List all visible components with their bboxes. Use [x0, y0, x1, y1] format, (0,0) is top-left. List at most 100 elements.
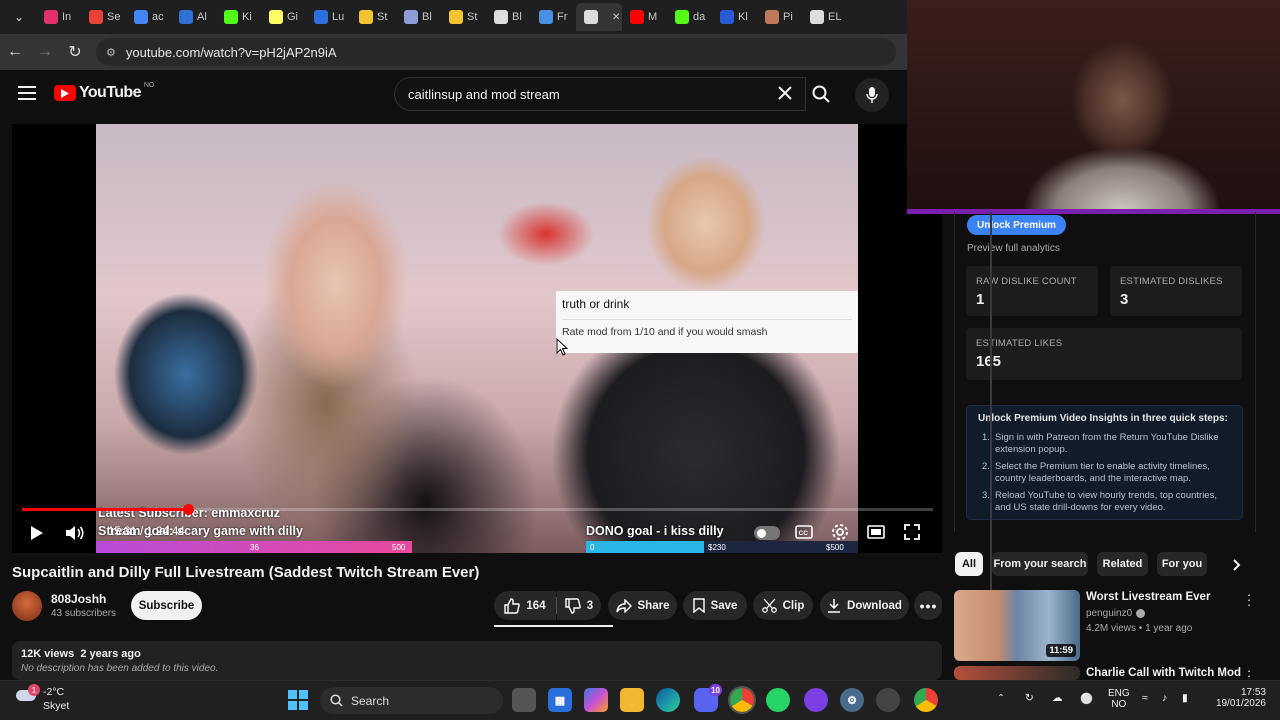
store-icon[interactable]: ▦: [548, 688, 572, 712]
browser-tab[interactable]: da: [667, 3, 712, 31]
estimated-dislikes-card: ESTIMATED DISLIKES 3: [1110, 266, 1242, 316]
tray-overflow-chevron-icon[interactable]: ˆ: [999, 692, 1003, 706]
weather-condition: Skyet: [43, 700, 70, 712]
browser-tab[interactable]: ac: [126, 3, 171, 31]
play-button[interactable]: [26, 523, 48, 543]
insight-step: Reload YouTube to view hourly trends, to…: [995, 490, 1217, 513]
microphone-tray-icon[interactable]: ⚪: [1080, 692, 1093, 705]
edge-icon[interactable]: [656, 688, 680, 712]
wifi-icon[interactable]: ≈: [1142, 692, 1148, 704]
browser-tab[interactable]: Se: [81, 3, 126, 31]
description-box[interactable]: [12, 641, 942, 680]
tab-label: Kl: [738, 11, 748, 23]
recommendation-menu-button[interactable]: · ·: [1243, 664, 1255, 682]
tab-label: da: [693, 11, 706, 23]
steam-icon[interactable]: [876, 688, 900, 712]
chip-for-you[interactable]: For you: [1157, 552, 1207, 576]
site-info-icon[interactable]: ⚙: [106, 46, 116, 59]
taskbar-search[interactable]: Search: [320, 687, 503, 714]
channel-avatar[interactable]: [12, 591, 42, 621]
more-actions-button[interactable]: •••: [914, 591, 943, 620]
share-icon: [615, 598, 632, 613]
recommendation-menu-button[interactable]: · · ·: [1243, 588, 1255, 611]
lu-icon: [314, 10, 328, 24]
theater-mode-button[interactable]: [866, 524, 886, 540]
language-indicator[interactable]: ENG NO: [1108, 688, 1130, 710]
clear-search-button[interactable]: [776, 84, 794, 102]
browser-tab[interactable]: ✕: [576, 3, 622, 31]
browser-tab[interactable]: In: [36, 3, 81, 31]
chrome-icon[interactable]: [728, 686, 756, 714]
task-view-icon[interactable]: [512, 688, 536, 712]
weather-widget[interactable]: 1: [16, 684, 40, 702]
autoplay-toggle[interactable]: [754, 526, 780, 540]
speaker-icon[interactable]: ♪: [1162, 692, 1167, 704]
chip-related[interactable]: Related: [1097, 552, 1148, 576]
browser-tab[interactable]: Bl: [396, 3, 441, 31]
browser-tab[interactable]: Lu: [306, 3, 351, 31]
hamburger-menu-icon[interactable]: [18, 86, 36, 100]
browser-tab[interactable]: Bl: [486, 3, 531, 31]
battery-icon[interactable]: ▮: [1182, 692, 1188, 704]
chip-from-your-search[interactable]: From your search: [992, 552, 1088, 576]
discord-icon[interactable]: 10: [694, 684, 722, 712]
browser-tab[interactable]: St: [441, 3, 486, 31]
chips-next-button[interactable]: [1228, 556, 1246, 574]
copilot-icon[interactable]: [584, 688, 608, 712]
recommendation-title[interactable]: Worst Livestream Ever: [1086, 591, 1236, 603]
subscribe-button[interactable]: Subscribe: [131, 591, 202, 620]
back-button[interactable]: ←: [0, 43, 30, 61]
browser-tab[interactable]: Gi: [261, 3, 306, 31]
clip-button[interactable]: Clip: [753, 591, 813, 620]
browser-tab[interactable]: Pi: [757, 3, 802, 31]
reload-button[interactable]: ↻: [60, 42, 90, 62]
address-bar[interactable]: ⚙ youtube.com/watch?v=pH2jAP2n9iA: [96, 38, 896, 66]
browser-tab[interactable]: Kl: [712, 3, 757, 31]
kl-icon: [720, 10, 734, 24]
recommendation-title[interactable]: Charlie Call with Twitch Mod: [1086, 667, 1241, 679]
share-button[interactable]: Share: [608, 591, 677, 620]
fullscreen-button[interactable]: [902, 524, 922, 540]
browser-tab[interactable]: M: [622, 3, 667, 31]
start-button[interactable]: [288, 690, 308, 710]
subtitles-button[interactable]: CC: [794, 524, 814, 540]
browser-tab[interactable]: St: [351, 3, 396, 31]
search-input[interactable]: caitlinsup and mod stream: [394, 77, 806, 111]
settings-app-icon[interactable]: ⚙: [840, 688, 864, 712]
tab-search-menu[interactable]: ⌄: [6, 4, 32, 30]
voice-search-button[interactable]: [855, 78, 889, 112]
save-button[interactable]: Save: [683, 591, 747, 620]
browser-tab[interactable]: Fr: [531, 3, 576, 31]
dislike-button[interactable]: 3: [557, 591, 601, 620]
browser-tab[interactable]: Ki: [216, 3, 261, 31]
raw-dislike-card: RAW DISLIKE COUNT 1: [966, 266, 1098, 316]
step-number: 1.: [982, 432, 990, 443]
browser-tab[interactable]: EL: [802, 3, 847, 31]
recommendation-thumbnail[interactable]: 11:59: [954, 590, 1080, 661]
panel-scrollbar[interactable]: [990, 212, 992, 590]
progress-scrubber-handle[interactable]: [183, 504, 194, 515]
onedrive-icon[interactable]: ☁: [1052, 692, 1063, 704]
channel-name[interactable]: 808Joshh: [51, 592, 106, 606]
whatsapp-icon[interactable]: [766, 688, 790, 712]
sync-icon[interactable]: ↻: [1025, 692, 1034, 704]
settings-button[interactable]: [830, 522, 850, 542]
clock-date: 19/01/2026: [1215, 698, 1266, 709]
file-explorer-icon[interactable]: [620, 688, 644, 712]
chrome-profile-icon[interactable]: [914, 688, 938, 712]
tab-label: Bl: [422, 11, 432, 23]
clock[interactable]: 17:53 19/01/2026: [1212, 687, 1266, 709]
chip-all[interactable]: All: [955, 552, 983, 576]
download-button[interactable]: Download: [820, 591, 909, 620]
youtube-logo[interactable]: YouTube NO: [54, 82, 154, 102]
browser-tab[interactable]: Al: [171, 3, 216, 31]
volume-button[interactable]: [64, 523, 86, 543]
close-tab-icon[interactable]: ✕: [612, 12, 620, 23]
forward-button[interactable]: →: [30, 43, 60, 61]
unlock-premium-button[interactable]: Unlock Premium: [967, 215, 1066, 235]
chat-app-icon[interactable]: [804, 688, 828, 712]
recommendation-thumbnail[interactable]: [954, 666, 1080, 680]
search-button[interactable]: [800, 77, 842, 111]
recommendation-channel[interactable]: penguinz0: [1086, 608, 1132, 619]
like-button[interactable]: 164: [494, 591, 556, 620]
